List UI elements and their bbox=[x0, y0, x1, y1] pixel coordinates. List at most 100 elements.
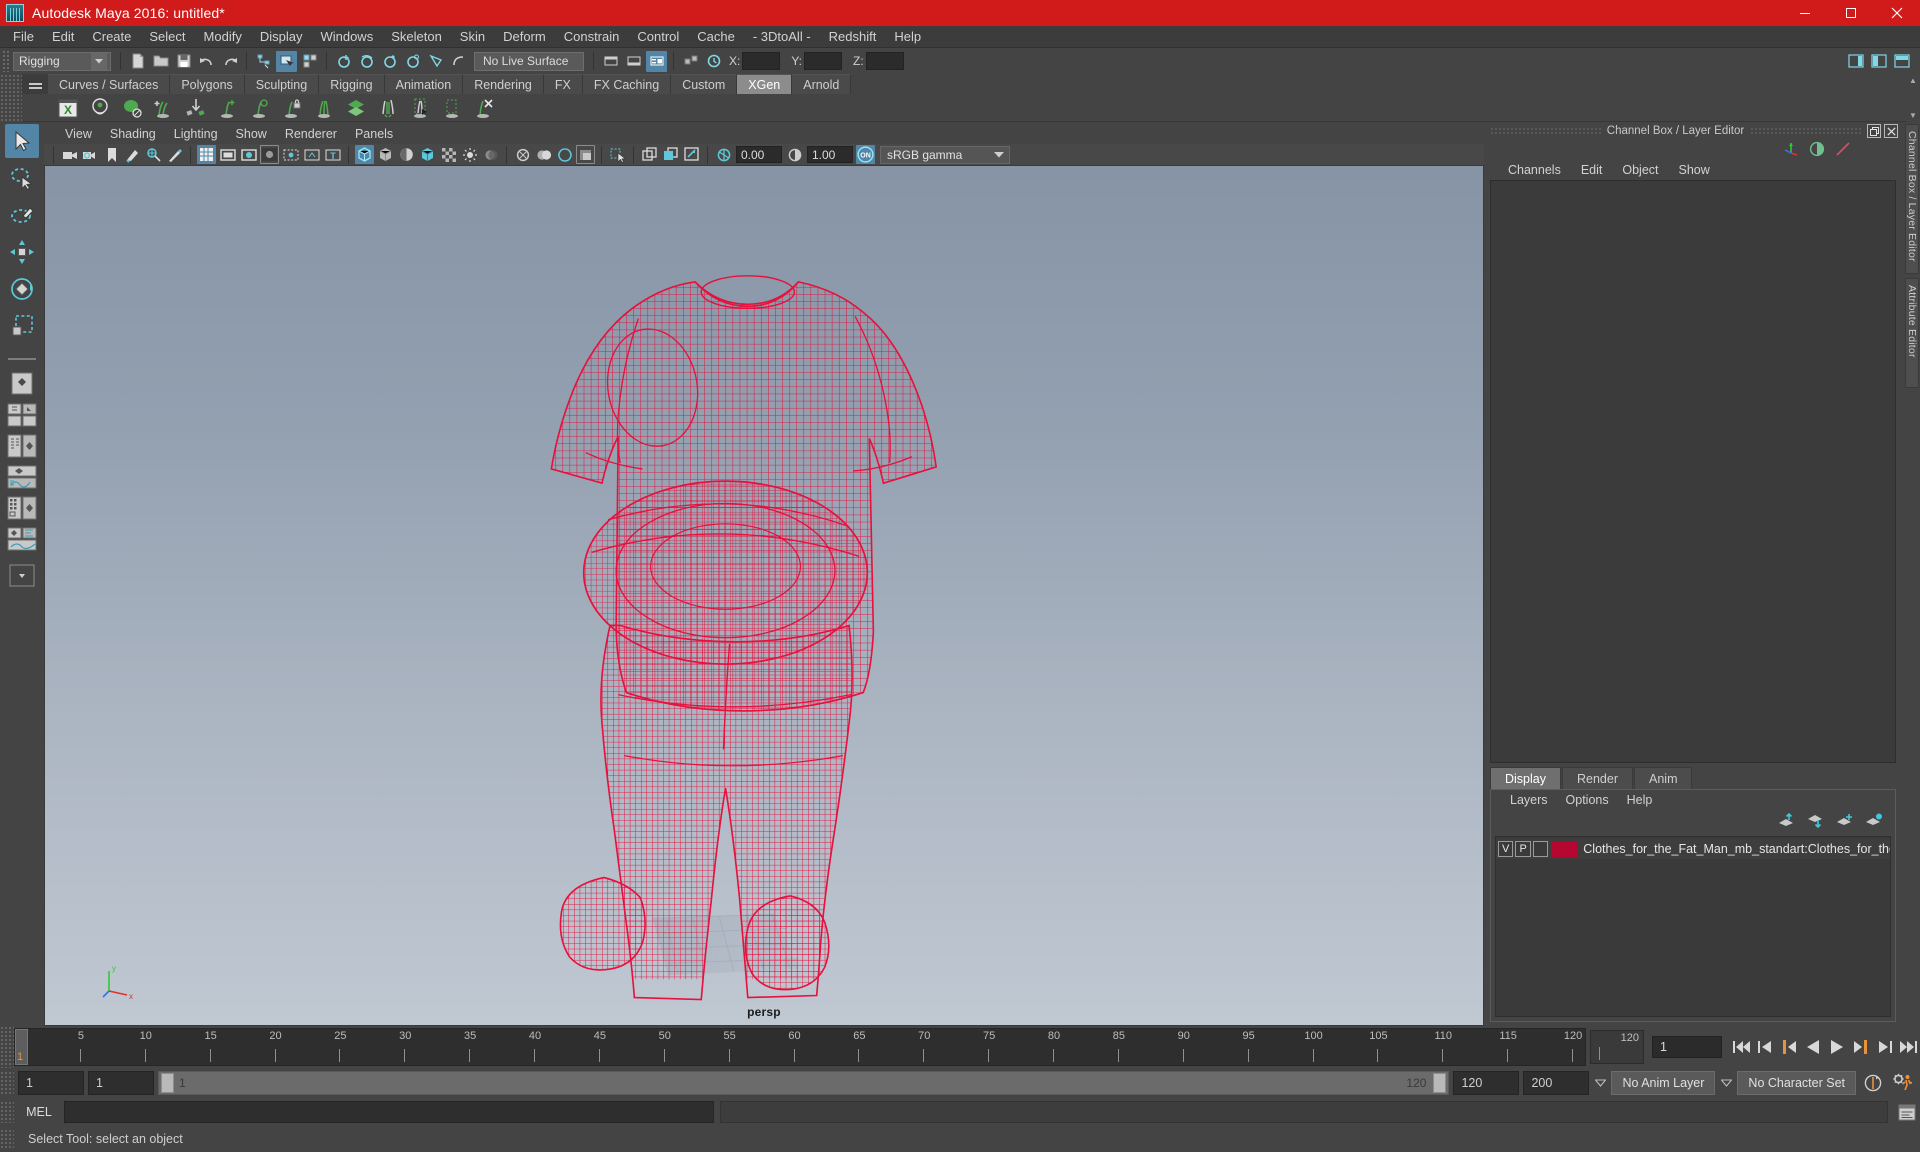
live-surface-field[interactable]: No Live Surface bbox=[474, 51, 584, 71]
viewport-menu-shading[interactable]: Shading bbox=[101, 124, 165, 144]
axis-x-field[interactable] bbox=[742, 52, 781, 70]
menu-3dtoall[interactable]: - 3DtoAll - bbox=[744, 26, 820, 48]
command-line-grip[interactable] bbox=[0, 1101, 14, 1123]
xgen-preview-icon[interactable] bbox=[118, 95, 146, 121]
script-editor-icon[interactable] bbox=[1894, 1101, 1920, 1123]
xgen-guide-display-icon[interactable] bbox=[246, 95, 274, 121]
undo-icon[interactable] bbox=[196, 51, 217, 72]
shelf-tab-fx-caching[interactable]: FX Caching bbox=[582, 74, 672, 94]
xgen-delete-icon[interactable] bbox=[470, 95, 498, 121]
channel-box-content[interactable] bbox=[1490, 180, 1896, 763]
move-layer-up-icon[interactable] bbox=[1777, 812, 1796, 831]
xgen-clump-icon[interactable] bbox=[310, 95, 338, 121]
select-by-hierarchy-icon[interactable] bbox=[253, 51, 274, 72]
shelf-tab-arnold[interactable]: Arnold bbox=[792, 74, 852, 94]
layer-row[interactable]: V P Clothes_for_the_Fat_Man_mb_standart:… bbox=[1496, 839, 1890, 859]
layer-type-toggle[interactable] bbox=[1532, 841, 1549, 857]
channel-box-icon[interactable] bbox=[1782, 140, 1800, 161]
channel-box-menu-object[interactable]: Object bbox=[1612, 160, 1668, 180]
side-tab-channel-box[interactable]: Channel Box / Layer Editor bbox=[1905, 124, 1919, 274]
persp-graph-layout-button[interactable] bbox=[5, 463, 39, 491]
depth-of-field-icon[interactable] bbox=[576, 145, 595, 164]
persp-graph-hypergraph-layout-button[interactable] bbox=[5, 525, 39, 553]
range-slider-grip[interactable] bbox=[0, 1071, 14, 1095]
viewport-menu-panels[interactable]: Panels bbox=[346, 124, 402, 144]
menu-skin[interactable]: Skin bbox=[451, 26, 494, 48]
menu-deform[interactable]: Deform bbox=[494, 26, 555, 48]
menu-control[interactable]: Control bbox=[628, 26, 688, 48]
snap-to-view-plane-icon[interactable] bbox=[425, 51, 446, 72]
range-start-handle[interactable] bbox=[161, 1073, 174, 1093]
xgen-collection-icon[interactable] bbox=[86, 95, 114, 121]
time-slider-grip[interactable] bbox=[0, 1026, 14, 1068]
motion-blur-icon[interactable] bbox=[513, 145, 532, 164]
tab-render[interactable]: Render bbox=[1562, 767, 1633, 789]
menu-constrain[interactable]: Constrain bbox=[555, 26, 629, 48]
xgen-import-icon[interactable] bbox=[182, 95, 210, 121]
select-by-component-type-icon[interactable] bbox=[299, 51, 320, 72]
shade-with-wireframe-icon[interactable] bbox=[397, 145, 416, 164]
xgen-noise-icon[interactable] bbox=[374, 95, 402, 121]
channel-box-menu-show[interactable]: Show bbox=[1669, 160, 1720, 180]
go-to-end-icon[interactable] bbox=[1898, 1036, 1920, 1058]
show-attribute-editor-icon[interactable] bbox=[600, 51, 621, 72]
layer-playback-toggle[interactable]: P bbox=[1515, 841, 1531, 857]
axis-z-field[interactable] bbox=[865, 52, 904, 70]
texture-toggle-icon[interactable]: T bbox=[323, 145, 342, 164]
camera-attributes-icon[interactable] bbox=[60, 145, 79, 164]
move-tool-button[interactable] bbox=[5, 235, 39, 269]
wireframe-shading-icon[interactable] bbox=[355, 145, 374, 164]
bookmark-icon[interactable] bbox=[102, 145, 121, 164]
current-frame-input[interactable]: 1 bbox=[1652, 1036, 1722, 1058]
redo-icon[interactable] bbox=[219, 51, 240, 72]
layer-visibility-toggle[interactable]: V bbox=[1498, 841, 1514, 857]
menu-cache[interactable]: Cache bbox=[688, 26, 744, 48]
scale-tool-button[interactable] bbox=[5, 309, 39, 343]
show-channel-box-icon[interactable] bbox=[646, 50, 667, 72]
gamma-icon[interactable] bbox=[785, 145, 804, 164]
undock-icon[interactable] bbox=[1867, 124, 1882, 138]
xgen-description-icon[interactable]: X bbox=[54, 95, 82, 121]
show-hide-tool-settings-right-icon[interactable] bbox=[1891, 51, 1912, 72]
xgen-add-groom-icon[interactable] bbox=[150, 95, 178, 121]
menu-display[interactable]: Display bbox=[251, 26, 312, 48]
isolate-select-icon[interactable] bbox=[608, 145, 627, 164]
exposure-icon[interactable] bbox=[714, 145, 733, 164]
step-back-frame-icon[interactable] bbox=[1778, 1036, 1800, 1058]
smooth-shade-all-icon[interactable] bbox=[376, 145, 395, 164]
shelf-tab-custom[interactable]: Custom bbox=[671, 74, 738, 94]
shelf-tab-fx[interactable]: FX bbox=[543, 74, 583, 94]
character-set-dropdown-arrow[interactable] bbox=[1719, 1079, 1733, 1087]
shelf-menu-icon[interactable] bbox=[22, 74, 48, 94]
step-forward-keyframe-icon[interactable] bbox=[1874, 1036, 1896, 1058]
playback-end-time-field[interactable]: 120 bbox=[1453, 1071, 1520, 1095]
paint-select-tool-button[interactable] bbox=[5, 198, 39, 232]
display-layer-icon[interactable] bbox=[640, 145, 659, 164]
menu-windows[interactable]: Windows bbox=[311, 26, 382, 48]
image-plane-icon[interactable] bbox=[123, 145, 142, 164]
make-live-icon[interactable] bbox=[448, 51, 469, 72]
shelf-tab-rendering[interactable]: Rendering bbox=[463, 74, 544, 94]
channel-box-menu-channels[interactable]: Channels bbox=[1498, 160, 1571, 180]
close-button[interactable] bbox=[1874, 0, 1920, 26]
shelf-grip[interactable] bbox=[0, 74, 22, 122]
shelf-tab-polygons[interactable]: Polygons bbox=[170, 74, 245, 94]
open-scene-icon[interactable] bbox=[150, 51, 171, 72]
construction-history-icon[interactable] bbox=[703, 51, 724, 72]
input-output-connections-icon[interactable] bbox=[680, 51, 701, 72]
camera-settings-icon[interactable] bbox=[81, 145, 100, 164]
show-hide-channel-box-right-icon[interactable] bbox=[1845, 51, 1866, 72]
animation-preferences-icon[interactable] bbox=[1890, 1071, 1916, 1095]
animation-start-time-field[interactable]: 1 bbox=[18, 1071, 84, 1095]
attribute-editor-icon[interactable] bbox=[1808, 140, 1826, 161]
layer-list[interactable]: V P Clothes_for_the_Fat_Man_mb_standart:… bbox=[1495, 836, 1891, 1017]
grid-toggle-icon[interactable] bbox=[197, 145, 216, 164]
viewport-menu-show[interactable]: Show bbox=[227, 124, 276, 144]
film-gate-icon[interactable] bbox=[218, 145, 237, 164]
shelf-tab-curves-surfaces[interactable]: Curves / Surfaces bbox=[48, 74, 171, 94]
move-layer-down-icon[interactable] bbox=[1806, 813, 1825, 831]
channel-box-menu-edit[interactable]: Edit bbox=[1571, 160, 1613, 180]
color-management-toggle[interactable]: ON bbox=[856, 145, 875, 164]
screen-space-ao-icon[interactable] bbox=[534, 145, 553, 164]
minimize-button[interactable] bbox=[1782, 0, 1828, 26]
